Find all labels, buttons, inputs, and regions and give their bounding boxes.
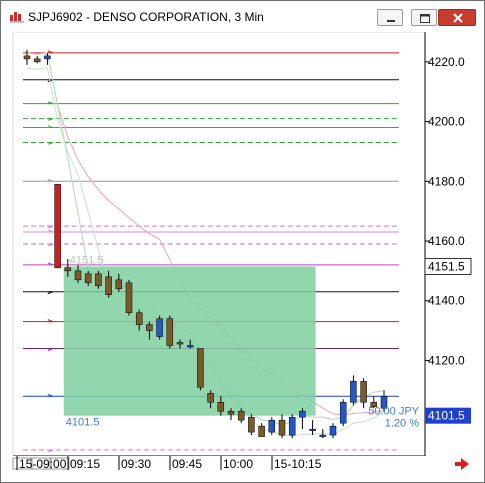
candle[interactable] <box>299 410 306 418</box>
candle[interactable] <box>278 419 286 436</box>
zone-top-label: 4151.5 <box>70 254 104 266</box>
last-price-tag: 4151.5 <box>428 259 465 273</box>
candle[interactable] <box>227 410 235 415</box>
candle[interactable] <box>115 279 123 290</box>
candle[interactable] <box>309 428 316 431</box>
candle[interactable] <box>74 270 82 281</box>
zone-bottom-label: 4101.5 <box>66 417 100 429</box>
time-tick-label: 09:15 <box>70 457 100 471</box>
price-chart[interactable]: 4151.5 4101.5 50.00 JPY1.20 % 4151.5 4101.… <box>9 31 475 471</box>
restore-icon <box>420 14 430 23</box>
candle[interactable] <box>54 184 61 269</box>
candle[interactable] <box>217 402 225 412</box>
price-tick-label: 4120.0 <box>428 353 465 367</box>
current-price-tag: 4101.5 <box>428 409 465 423</box>
price-tick-label: 4180.0 <box>428 174 465 188</box>
chart-area[interactable]: 4151.5 4101.5 50.00 JPY 1.20 % 4151.5 4101.… <box>9 31 475 471</box>
minimize-icon <box>387 20 395 22</box>
zone-percent-label: 1.20 % <box>385 418 419 430</box>
scroll-right-arrow-icon[interactable] <box>455 458 469 470</box>
candle[interactable] <box>288 416 296 436</box>
price-tick-label: 4200.0 <box>428 115 465 129</box>
candle[interactable] <box>197 348 204 388</box>
candle[interactable] <box>186 345 194 348</box>
candle[interactable] <box>33 58 41 63</box>
candle[interactable] <box>237 410 245 421</box>
candle[interactable] <box>319 434 327 437</box>
candle[interactable] <box>84 273 92 284</box>
price-tick-label: 4220.0 <box>428 55 465 69</box>
candle[interactable] <box>135 312 143 325</box>
candle[interactable] <box>176 342 184 345</box>
maximize-button[interactable] <box>411 9 437 26</box>
candle[interactable] <box>166 318 174 346</box>
candle[interactable] <box>156 318 163 337</box>
candle[interactable] <box>125 282 133 313</box>
candle[interactable] <box>258 425 265 437</box>
time-tick-label: 09:45 <box>172 457 202 471</box>
candle[interactable] <box>268 419 276 433</box>
time-tick-label: 15-10:15 <box>274 457 322 471</box>
chart-window: SJPJ6902 - DENSO CORPORATION, 3 Min 4151… <box>0 0 485 483</box>
candle[interactable] <box>350 381 357 403</box>
zone-amount-label: 50.00 JPY <box>368 406 419 418</box>
price-tick-label: 4160.0 <box>428 234 465 248</box>
window-title: SJPJ6902 - DENSO CORPORATION, 3 Min <box>28 10 264 24</box>
close-icon <box>453 13 463 23</box>
minimize-button[interactable] <box>377 9 403 26</box>
candle[interactable] <box>339 402 347 424</box>
chart-app-icon <box>10 12 24 23</box>
candle[interactable] <box>95 273 102 287</box>
price-tick-label: 4140.0 <box>428 294 465 308</box>
candle[interactable] <box>146 324 153 331</box>
candle[interactable] <box>23 55 31 60</box>
time-tick-label: 09:30 <box>121 457 151 471</box>
candle[interactable] <box>105 276 112 296</box>
time-tick-label: 15-09:00 <box>19 457 67 471</box>
candle[interactable] <box>207 393 214 403</box>
candle[interactable] <box>360 381 367 403</box>
candle[interactable] <box>329 425 337 436</box>
candle[interactable] <box>248 416 255 433</box>
close-button[interactable] <box>438 9 476 26</box>
candle[interactable] <box>64 267 72 272</box>
candle[interactable] <box>44 55 51 60</box>
time-tick-label: 10:00 <box>223 457 253 471</box>
title-bar[interactable]: SJPJ6902 - DENSO CORPORATION, 3 Min <box>1 1 484 32</box>
